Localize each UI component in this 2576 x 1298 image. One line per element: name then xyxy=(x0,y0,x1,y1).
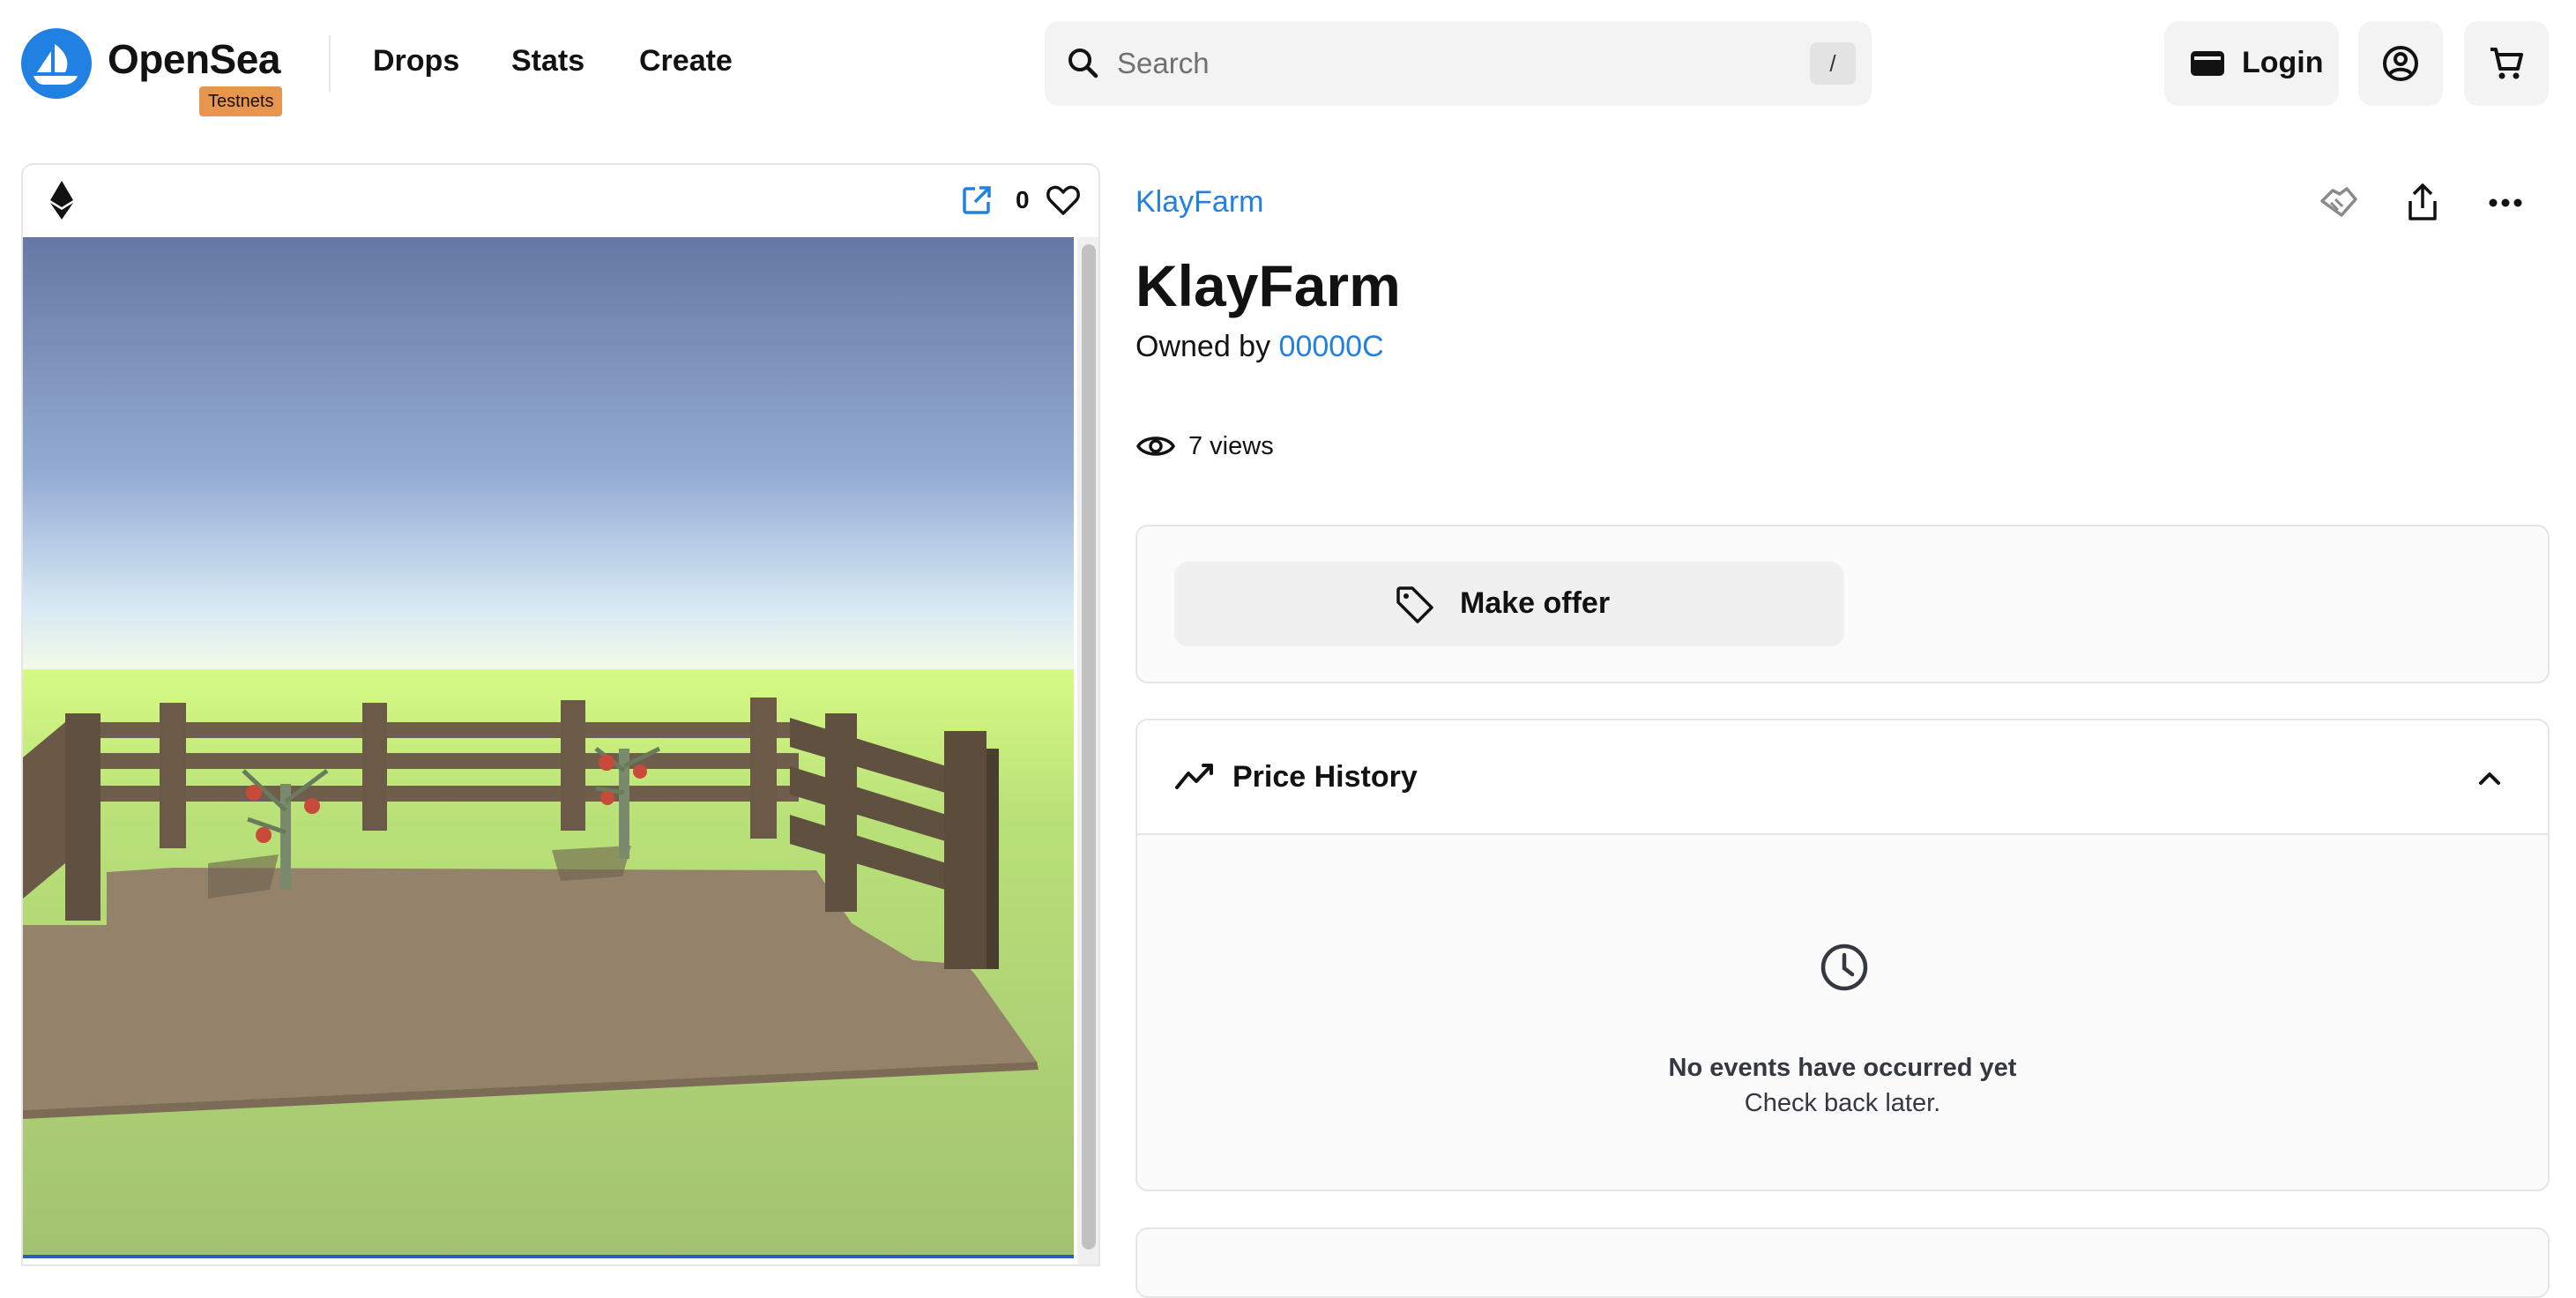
heart-icon[interactable] xyxy=(1046,183,1081,218)
nft-farm-image[interactable] xyxy=(23,237,1074,1257)
offer-panel: Make offer xyxy=(1135,525,2550,683)
owner-link[interactable]: 00000C xyxy=(1279,330,1384,363)
empty-state-title: No events have occurred yet xyxy=(1668,1054,2017,1082)
item-title: KlayFarm xyxy=(1135,253,1401,318)
nav-create[interactable]: Create xyxy=(639,44,733,78)
price-history-title: Price History xyxy=(1232,760,1418,794)
trending-up-icon xyxy=(1175,764,1213,789)
top-navbar: OpenSea Testnets Drops Stats Create Sear… xyxy=(0,0,2576,126)
opensea-logo-icon[interactable] xyxy=(21,28,92,99)
collection-link[interactable]: KlayFarm xyxy=(1135,185,1263,220)
more-icon[interactable] xyxy=(2484,182,2527,224)
clock-icon xyxy=(1820,944,1868,991)
nav-stats[interactable]: Stats xyxy=(511,44,584,78)
header-divider xyxy=(329,35,331,92)
cart-icon xyxy=(2490,48,2523,79)
make-offer-label: Make offer xyxy=(1460,586,1611,620)
login-label: Login xyxy=(2242,46,2324,79)
chevron-up-icon[interactable] xyxy=(2474,763,2505,794)
search-shortcut-key: / xyxy=(1810,42,1856,85)
owned-by-label: Owned by xyxy=(1135,330,1271,363)
price-history-panel: Price History No events have occurred ye… xyxy=(1135,719,2550,1191)
nav-drops[interactable]: Drops xyxy=(373,44,459,78)
media-toolbar: 0 xyxy=(23,165,1098,237)
owner-line: Owned by 00000C xyxy=(1135,330,1384,364)
search-placeholder: Search xyxy=(1117,47,1210,79)
testnets-badge: Testnets xyxy=(199,86,283,116)
price-history-header[interactable]: Price History xyxy=(1137,720,2548,835)
next-panel xyxy=(1135,1227,2550,1298)
views-count: 7 views xyxy=(1188,432,1274,460)
tag-icon xyxy=(1396,586,1433,623)
share-icon[interactable] xyxy=(2403,182,2442,224)
media-scrollbar-thumb[interactable] xyxy=(1082,244,1096,1250)
account-icon xyxy=(2383,46,2418,81)
offer-handshake-icon[interactable] xyxy=(2317,182,2359,224)
make-offer-button[interactable]: Make offer xyxy=(1174,562,1844,646)
eye-icon xyxy=(1135,436,1176,456)
search-input[interactable]: Search / xyxy=(1045,21,1872,106)
wallet-icon xyxy=(2191,51,2224,76)
ethereum-icon xyxy=(50,181,73,220)
favorite-count: 0 xyxy=(1016,186,1030,213)
brand-name[interactable]: OpenSea xyxy=(108,35,280,83)
media-bottom-border xyxy=(23,1255,1074,1258)
empty-state-subtitle: Check back later. xyxy=(1744,1089,1941,1117)
login-button[interactable]: Login xyxy=(2164,21,2339,106)
cart-button[interactable] xyxy=(2464,21,2549,106)
media-card: 0 xyxy=(21,163,1100,1266)
search-icon xyxy=(1068,48,1098,78)
external-link-icon[interactable] xyxy=(961,184,993,216)
account-button[interactable] xyxy=(2358,21,2443,106)
